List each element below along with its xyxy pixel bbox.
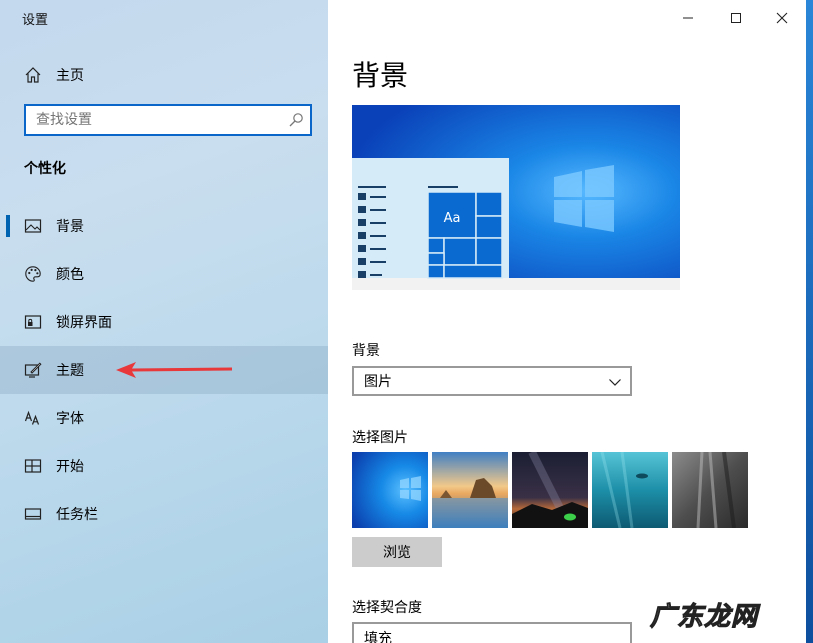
sidebar-item-start[interactable]: 开始 — [0, 442, 328, 490]
section-title: 个性化 — [24, 161, 66, 177]
thumbnail-night-sky[interactable] — [512, 452, 588, 528]
home-icon — [25, 67, 41, 83]
search-box[interactable] — [24, 104, 312, 136]
watermark: 广东龙网 — [649, 602, 759, 633]
search-icon — [289, 113, 303, 127]
sidebar-item-taskbar[interactable]: 任务栏 — [0, 490, 328, 538]
search-input[interactable] — [26, 106, 276, 134]
sidebar-item-label: 颜色 — [56, 267, 84, 283]
choose-picture-label: 选择图片 — [352, 430, 408, 446]
start-menu-icon — [24, 459, 42, 473]
close-button[interactable] — [770, 6, 794, 30]
red-arrow-annotation — [116, 362, 232, 378]
sidebar-item-label: 开始 — [56, 459, 84, 475]
sidebar-item-colors[interactable]: 颜色 — [0, 250, 328, 298]
sidebar-item-lock-screen[interactable]: 锁屏界面 — [0, 298, 328, 346]
fit-dropdown[interactable]: 填充 — [352, 622, 632, 643]
sidebar-item-label: 任务栏 — [56, 507, 98, 523]
thumbnail-underwater[interactable] — [592, 452, 668, 528]
font-icon — [24, 410, 40, 425]
background-type-value: 图片 — [364, 374, 392, 390]
thumbnail-windows-blue[interactable] — [352, 452, 428, 528]
thumbnail-beach-rocks[interactable] — [432, 452, 508, 528]
fit-label: 选择契合度 — [352, 600, 422, 616]
sidebar-item-label: 字体 — [56, 411, 84, 427]
main-content: 背景 Aa 背景 图片 选择图片 浏览 选择契合度 填充 — [328, 0, 806, 643]
sidebar-item-fonts[interactable]: 字体 — [0, 394, 328, 442]
page-title: 背景 — [352, 59, 409, 92]
minimize-button[interactable] — [676, 6, 700, 30]
sidebar-item-label: 背景 — [56, 219, 84, 235]
home-label: 主页 — [56, 68, 84, 84]
background-preview: Aa — [352, 105, 680, 290]
window-title: 设置 — [22, 13, 49, 28]
preview-sample-text: Aa — [444, 211, 461, 226]
lock-screen-icon — [24, 315, 42, 329]
desktop-background — [806, 0, 813, 643]
theme-brush-icon — [24, 362, 42, 378]
settings-window: 设置 主页 个性化 背景 — [0, 0, 806, 643]
taskbar-icon — [24, 508, 42, 520]
background-label: 背景 — [352, 343, 380, 359]
sidebar-item-label: 锁屏界面 — [56, 315, 112, 331]
sidebar: 设置 主页 个性化 背景 — [0, 0, 328, 643]
browse-button[interactable]: 浏览 — [352, 537, 442, 567]
palette-icon — [25, 266, 41, 282]
picture-thumbnails — [352, 452, 748, 528]
maximize-button[interactable] — [724, 6, 748, 30]
fit-value: 填充 — [364, 631, 392, 643]
chevron-down-icon — [609, 379, 621, 386]
sidebar-item-label: 主题 — [56, 363, 84, 379]
thumbnail-rock-cliff[interactable] — [672, 452, 748, 528]
background-type-dropdown[interactable]: 图片 — [352, 366, 632, 396]
sidebar-item-background[interactable]: 背景 — [0, 202, 328, 250]
active-indicator — [6, 215, 10, 237]
picture-icon — [24, 219, 42, 233]
home-link[interactable]: 主页 — [24, 64, 84, 86]
